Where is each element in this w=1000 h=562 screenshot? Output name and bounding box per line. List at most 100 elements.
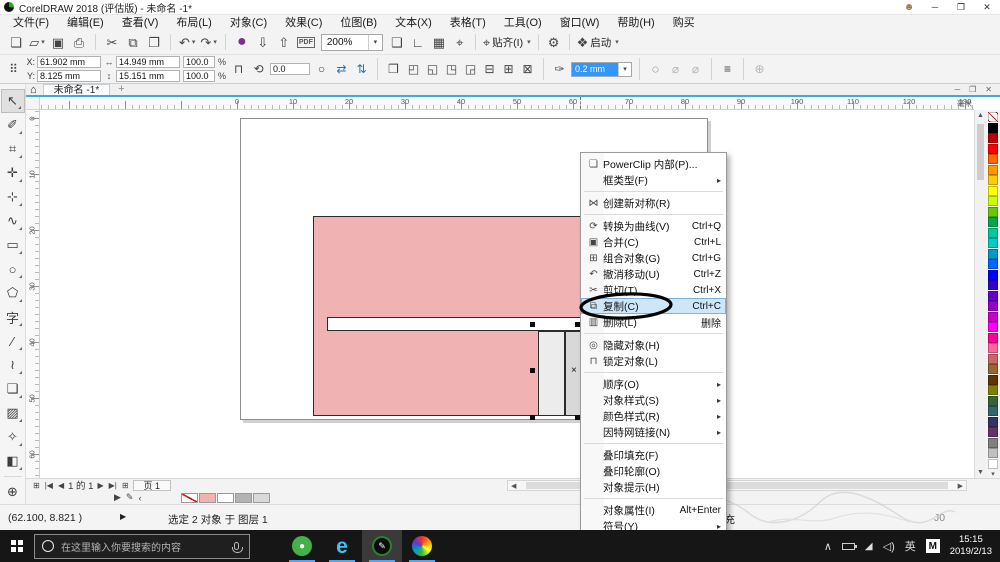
next-page-button[interactable]: ▶ — [96, 480, 104, 491]
vertical-scroll-thumb[interactable] — [977, 124, 984, 180]
context-menu-item-1[interactable]: ❏ PowerClip 内部(P)... — [581, 156, 726, 172]
taskbar-search[interactable]: 在这里输入你要搜索的内容 — [34, 533, 250, 559]
palette-swatch[interactable] — [988, 269, 998, 280]
add-page-button[interactable]: ⊞ — [32, 480, 41, 491]
page-tab[interactable]: 页 1 — [132, 479, 172, 491]
selection-center-marker[interactable]: × — [571, 366, 577, 376]
show-grid-button[interactable]: ▦ — [429, 32, 449, 52]
scroll-down-icon[interactable]: ▼ — [975, 469, 986, 476]
simplify-button[interactable]: ◲ — [462, 60, 479, 78]
language-indicator[interactable]: 英 — [905, 538, 916, 554]
palette-swatch[interactable] — [988, 227, 998, 238]
home-icon[interactable]: ⌂ — [30, 84, 37, 96]
dimension-tool[interactable]: ∕ — [1, 329, 25, 353]
tray-expand-icon[interactable]: ∧ — [824, 540, 832, 553]
context-menu-item-19[interactable]: 颜色样式(R) ▸ — [581, 408, 726, 424]
menubar-item-8[interactable]: 文本(X) — [386, 15, 441, 31]
context-menu-item-10[interactable]: ✂ 剪切(T) Ctrl+X — [581, 282, 726, 298]
dropdown-caret-icon[interactable]: ▾ — [213, 38, 217, 46]
ime-icon[interactable]: M — [925, 539, 940, 553]
context-menu-item-8[interactable]: ⊞ 组合对象(G) Ctrl+G — [581, 250, 726, 266]
palette-swatch[interactable] — [988, 154, 998, 164]
docpalette-pen-icon[interactable]: ✎ — [126, 492, 134, 503]
context-menu-item-26[interactable]: 对象属性(I) Alt+Enter — [581, 502, 726, 518]
palette-scroll-icon[interactable]: ▾ — [991, 470, 995, 478]
palette-swatch[interactable] — [988, 238, 998, 248]
taskbar-app-photopaint[interactable] — [402, 530, 442, 562]
palette-swatch[interactable] — [988, 259, 998, 269]
text-tool[interactable]: 字 — [1, 305, 25, 329]
palette-swatch[interactable] — [988, 133, 998, 143]
curve-tool[interactable]: ∿ — [1, 209, 25, 233]
taskbar-app-edge[interactable]: e — [322, 530, 362, 562]
object-width-field[interactable] — [116, 56, 180, 68]
docpalette-swatch[interactable] — [235, 492, 253, 503]
x-position-field[interactable] — [37, 56, 101, 68]
selection-handle[interactable] — [530, 322, 535, 327]
shape-tool[interactable]: ✐ — [1, 113, 25, 137]
context-menu-item-12[interactable]: ▥ 删除(L) 删除 — [581, 314, 726, 330]
context-menu-item-14[interactable]: ◎ 隐藏对象(H) — [581, 337, 726, 353]
context-menu-item-20[interactable]: 因特网链接(N) ▸ — [581, 424, 726, 440]
search-content-button[interactable]: ● — [232, 32, 252, 52]
vertical-scrollbar[interactable]: ▲ ▼ — [974, 110, 986, 478]
show-rulers-button[interactable]: ∟ — [408, 32, 428, 52]
palette-swatch[interactable] — [988, 143, 998, 154]
undo-button[interactable]: ↶ ▾ — [177, 32, 197, 52]
back-minus-front-button[interactable]: ⊞ — [500, 60, 517, 78]
import-button[interactable]: ⇩ — [253, 32, 273, 52]
interactive-fill-tool[interactable]: ◧ — [1, 449, 25, 473]
snap-to-button[interactable]: ⌖ 贴齐(I) ▾ — [481, 32, 533, 52]
pan-tool[interactable]: ✛ — [1, 161, 25, 185]
new-document-button[interactable]: ❏ — [6, 32, 26, 52]
quick-customize-icon[interactable]: ⊕ — [751, 60, 768, 78]
snap-indicator-button[interactable]: ⌖ — [450, 32, 470, 52]
freehand-pick-tool[interactable]: ⊹ — [1, 185, 25, 209]
previous-page-button[interactable]: ◀ — [57, 480, 65, 491]
menubar-item-3[interactable]: 查看(V) — [113, 15, 168, 31]
menubar-item-13[interactable]: 购买 — [664, 15, 704, 31]
close-button[interactable]: ✕ — [974, 0, 1000, 14]
menubar-item-7[interactable]: 位图(B) — [331, 15, 386, 31]
new-tab-button[interactable]: + — [118, 84, 124, 95]
scale-y-field[interactable] — [183, 70, 215, 82]
palette-swatch[interactable] — [988, 248, 998, 259]
doc-close-button[interactable]: ✕ — [985, 85, 992, 94]
ruler-corner[interactable] — [26, 97, 40, 110]
docpalette-swatch[interactable] — [217, 492, 235, 503]
launch-button[interactable]: ❖ 启动 ▾ — [575, 32, 621, 52]
taskbar-app-green[interactable]: ● — [282, 530, 322, 562]
menubar-item-11[interactable]: 窗口(W) — [551, 15, 609, 31]
scroll-up-icon[interactable]: ▲ — [975, 112, 986, 119]
scroll-right-icon[interactable]: ▶ — [955, 482, 966, 490]
create-boundary-button[interactable]: ⊠ — [519, 60, 536, 78]
mirror-horizontal-icon[interactable]: ⇄ — [333, 60, 350, 78]
copy-button[interactable]: ⧉ — [123, 32, 143, 52]
angle-dial-icon[interactable]: ○ — [313, 60, 330, 78]
trim-button[interactable]: ◱ — [424, 60, 441, 78]
shadow-tool[interactable]: ❏ — [1, 377, 25, 401]
scale-x-field[interactable] — [183, 56, 215, 68]
context-menu-item-7[interactable]: ▣ 合并(C) Ctrl+L — [581, 234, 726, 250]
palette-swatch[interactable] — [988, 385, 998, 395]
doc-restore-button[interactable]: ❐ — [969, 85, 976, 94]
palette-swatch[interactable] — [988, 364, 998, 374]
palette-swatch[interactable] — [988, 175, 998, 185]
zoom-dropdown-icon[interactable]: ▾ — [367, 34, 382, 50]
menubar-item-2[interactable]: 编辑(E) — [58, 15, 113, 31]
lock-ratio-icon[interactable]: ⊓ — [230, 60, 247, 78]
intersect-button[interactable]: ◳ — [443, 60, 460, 78]
fullscreen-preview-button[interactable]: ❑ — [387, 32, 407, 52]
menubar-item-4[interactable]: 布局(L) — [167, 15, 220, 31]
connector-tool[interactable]: ≀ — [1, 353, 25, 377]
outline-width-combo[interactable]: 0.2 mm ▾ — [571, 61, 632, 77]
palette-swatch[interactable] — [988, 280, 998, 290]
context-menu-item-18[interactable]: 对象样式(S) ▸ — [581, 392, 726, 408]
menubar-item-1[interactable]: 文件(F) — [4, 15, 58, 31]
palette-swatch[interactable] — [988, 448, 998, 458]
docpalette-nav-icon[interactable]: ‹ — [138, 493, 141, 503]
vertical-ruler[interactable]: 0 10 20 30 40 50 60 — [26, 110, 40, 478]
status-flyout-icon[interactable]: ▶ — [120, 512, 126, 521]
add-page-button[interactable]: ⊞ — [121, 480, 130, 491]
palette-swatch[interactable] — [988, 322, 998, 332]
